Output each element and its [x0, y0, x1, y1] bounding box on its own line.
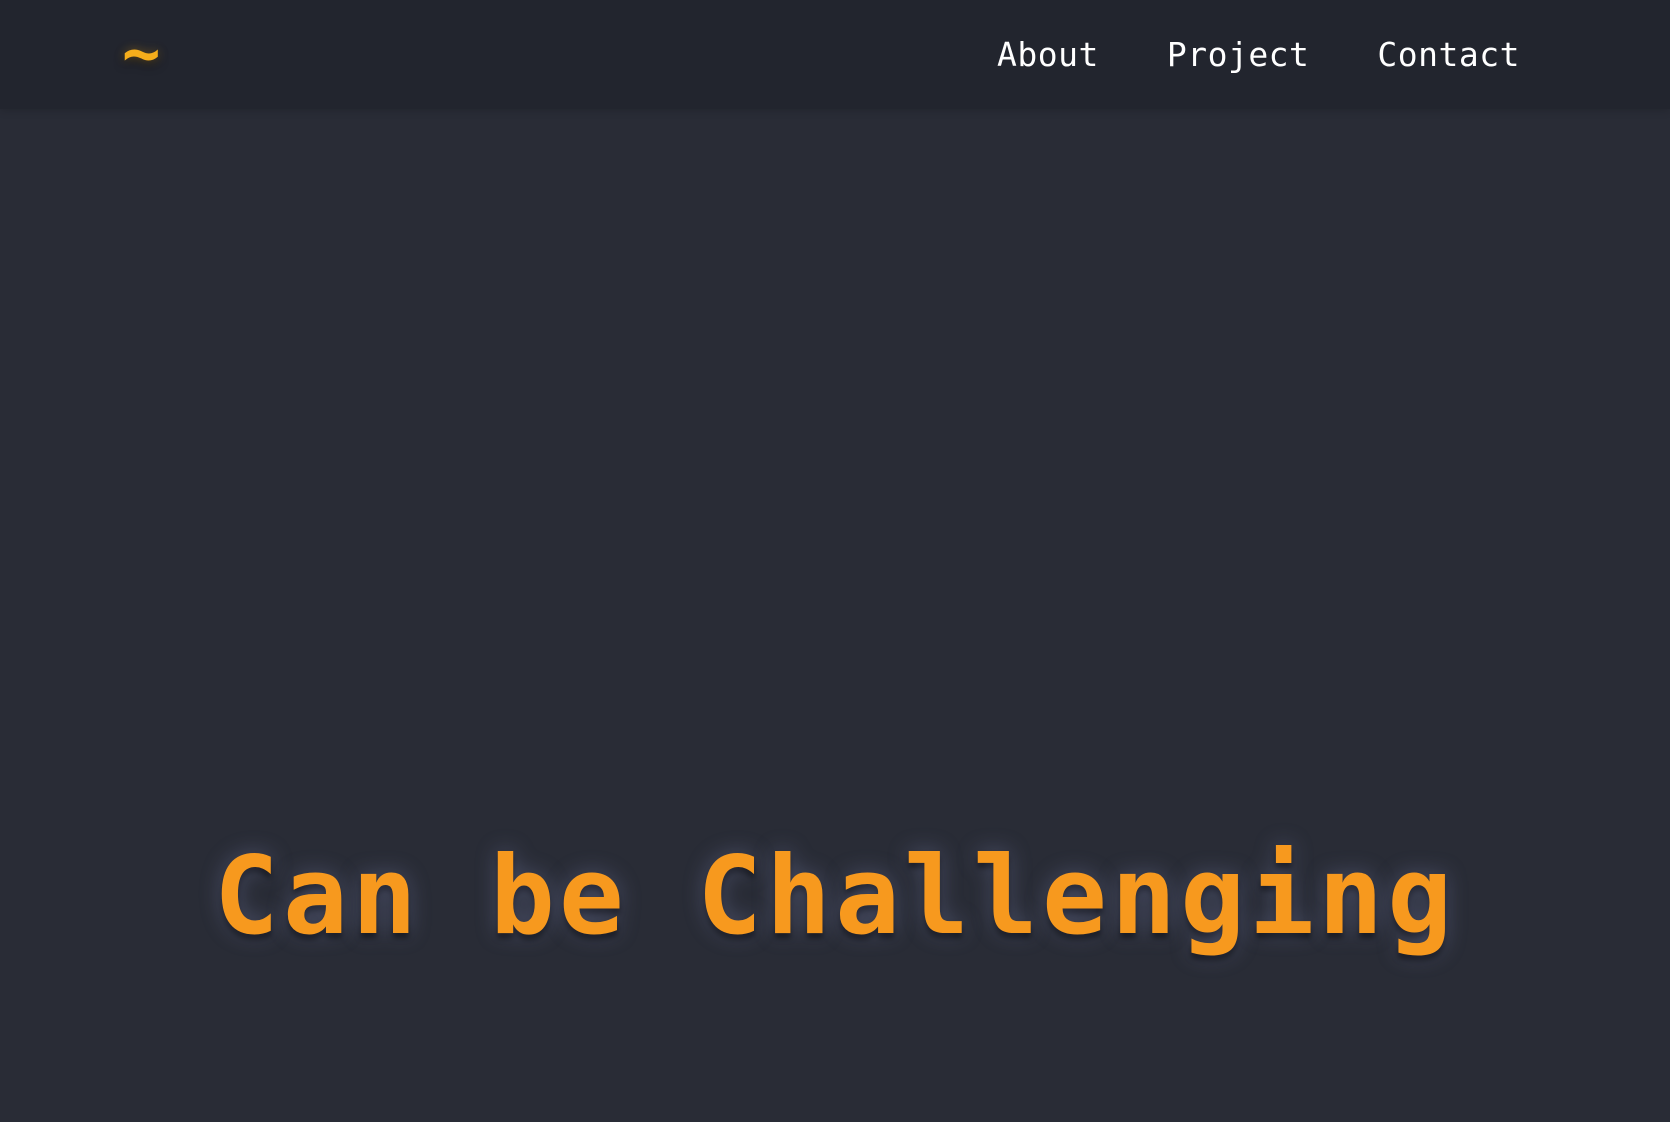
nav-link-about[interactable]: About: [997, 35, 1099, 74]
nav-links: About Project Contact: [929, 0, 1520, 109]
top-navbar: ~ About Project Contact: [0, 0, 1670, 109]
logo-tilde-icon[interactable]: ~: [122, 14, 161, 94]
nav-link-project[interactable]: Project: [1167, 35, 1310, 74]
hero-section: [0, 109, 1670, 1122]
nav-link-contact[interactable]: Contact: [1377, 35, 1520, 74]
hero-headline: Can be Challenging: [213, 834, 1457, 959]
